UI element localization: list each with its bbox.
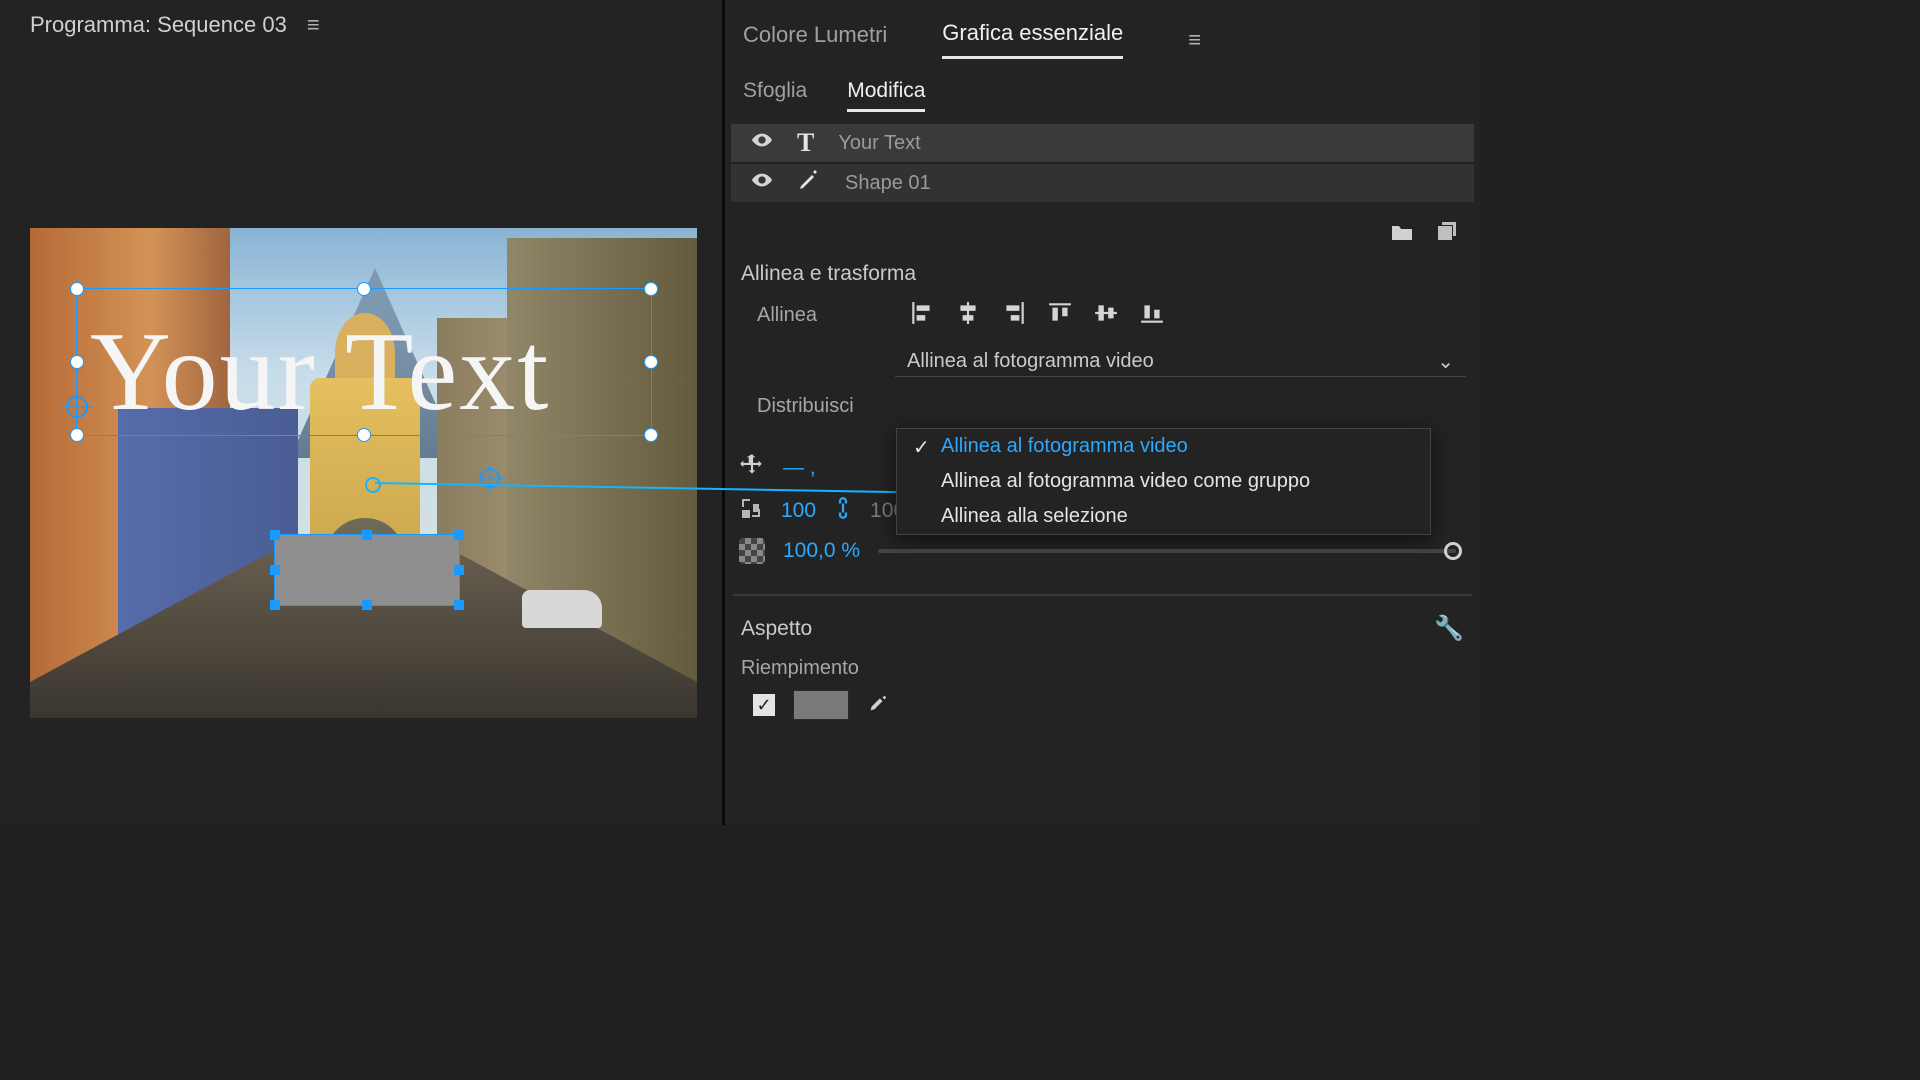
- distribute-row: Distribuisci: [739, 395, 1466, 418]
- fill-color-swatch[interactable]: [793, 690, 849, 720]
- resize-handle[interactable]: [644, 355, 658, 369]
- resize-handle[interactable]: [270, 565, 280, 575]
- visibility-toggle-icon[interactable]: [751, 169, 773, 197]
- fill-label: Riempimento: [741, 657, 1466, 680]
- panel-tabs: Colore Lumetri Grafica essenziale ≡: [725, 0, 1480, 69]
- scale-value[interactable]: 100: [781, 499, 816, 523]
- resize-handle[interactable]: [644, 282, 658, 296]
- scale-icon: [739, 496, 763, 526]
- align-v-center-icon[interactable]: [1093, 300, 1119, 331]
- resize-handle[interactable]: [270, 600, 280, 610]
- appearance-header: Aspetto 🔧: [725, 614, 1480, 643]
- tab-essential-graphics[interactable]: Grafica essenziale: [942, 20, 1123, 59]
- dropdown-option[interactable]: Allinea al fotogramma video come gruppo: [897, 464, 1430, 499]
- resize-handle[interactable]: [70, 428, 84, 442]
- type-icon: T: [797, 128, 814, 158]
- align-to-dropdown-popup: Allinea al fotogramma video Allinea al f…: [896, 428, 1431, 535]
- resize-handle[interactable]: [454, 565, 464, 575]
- new-folder-icon[interactable]: [1390, 222, 1414, 244]
- sub-tabs: Sfoglia Modifica: [725, 69, 1480, 124]
- align-top-icon[interactable]: [1047, 300, 1073, 331]
- chevron-down-icon: ⌄: [1437, 349, 1454, 374]
- anchor-point-icon[interactable]: [480, 468, 500, 488]
- panel-menu-icon[interactable]: ≡: [1188, 27, 1201, 53]
- opacity-slider[interactable]: [878, 549, 1456, 553]
- panel-menu-icon[interactable]: ≡: [307, 12, 320, 38]
- essential-graphics-panel: Colore Lumetri Grafica essenziale ≡ Sfog…: [725, 0, 1480, 825]
- resize-handle[interactable]: [454, 530, 464, 540]
- resize-handle[interactable]: [644, 428, 658, 442]
- align-label: Allinea: [757, 304, 887, 327]
- new-layer-icon[interactable]: [1434, 222, 1458, 244]
- resize-handle[interactable]: [270, 530, 280, 540]
- bg-car: [522, 590, 602, 628]
- program-monitor[interactable]: Your Text: [30, 228, 697, 718]
- program-header: Programma: Sequence 03 ≡: [0, 0, 722, 50]
- align-h-center-icon[interactable]: [955, 300, 981, 331]
- text-selection-box[interactable]: [76, 288, 652, 436]
- layer-name: Shape 01: [845, 172, 931, 195]
- tab-lumetri-color[interactable]: Colore Lumetri: [743, 22, 887, 58]
- subtab-edit[interactable]: Modifica: [847, 79, 925, 112]
- align-left-icon[interactable]: [909, 300, 935, 331]
- visibility-toggle-icon[interactable]: [751, 129, 773, 157]
- resize-handle[interactable]: [454, 600, 464, 610]
- dropdown-option[interactable]: Allinea alla selezione: [897, 499, 1430, 534]
- distribute-label: Distribuisci: [757, 395, 887, 418]
- resize-handle[interactable]: [357, 428, 371, 442]
- fill-enable-checkbox[interactable]: ✓: [753, 694, 775, 716]
- program-monitor-panel: Programma: Sequence 03 ≡ Your Text: [0, 0, 725, 825]
- eyedropper-icon[interactable]: [867, 692, 889, 719]
- layer-row[interactable]: T Your Text: [731, 124, 1474, 162]
- align-bottom-icon[interactable]: [1139, 300, 1165, 331]
- anchor-point-icon[interactable]: [66, 396, 88, 418]
- link-icon[interactable]: [834, 496, 852, 526]
- dropdown-value: Allinea al fotogramma video: [907, 350, 1154, 373]
- resize-handle[interactable]: [362, 600, 372, 610]
- align-to-dropdown[interactable]: Allinea al fotogramma video ⌄: [895, 347, 1466, 377]
- opacity-row: 100,0 %: [739, 538, 1466, 564]
- align-transform-section: Allinea e trasforma Allinea Allinea al f…: [725, 250, 1480, 440]
- panel-actions: [725, 204, 1480, 250]
- dropdown-option[interactable]: Allinea al fotogramma video: [897, 429, 1430, 464]
- resize-handle[interactable]: [70, 355, 84, 369]
- opacity-value[interactable]: 100,0 %: [783, 539, 860, 563]
- move-icon: [739, 452, 765, 484]
- program-title: Programma: Sequence 03: [30, 12, 287, 38]
- resize-handle[interactable]: [70, 282, 84, 296]
- slider-thumb[interactable]: [1444, 542, 1462, 560]
- appearance-label: Aspetto: [741, 617, 812, 641]
- opacity-icon: [739, 538, 765, 564]
- wrench-icon[interactable]: 🔧: [1434, 614, 1464, 643]
- pen-icon: [797, 168, 821, 198]
- fill-section: Riempimento ✓: [725, 657, 1480, 726]
- layer-name: Your Text: [838, 132, 920, 155]
- layer-list: T Your Text Shape 01: [725, 124, 1480, 204]
- layer-row[interactable]: Shape 01: [731, 164, 1474, 202]
- divider: [733, 594, 1472, 596]
- align-row: Allinea: [739, 300, 1466, 331]
- shape-selection-box[interactable]: [274, 534, 460, 606]
- resize-handle[interactable]: [362, 530, 372, 540]
- resize-handle[interactable]: [357, 282, 371, 296]
- align-right-icon[interactable]: [1001, 300, 1027, 331]
- position-value[interactable]: — ,: [783, 456, 816, 480]
- section-title: Allinea e trasforma: [741, 262, 1466, 286]
- subtab-browse[interactable]: Sfoglia: [743, 79, 807, 112]
- video-frame: Your Text: [30, 228, 697, 718]
